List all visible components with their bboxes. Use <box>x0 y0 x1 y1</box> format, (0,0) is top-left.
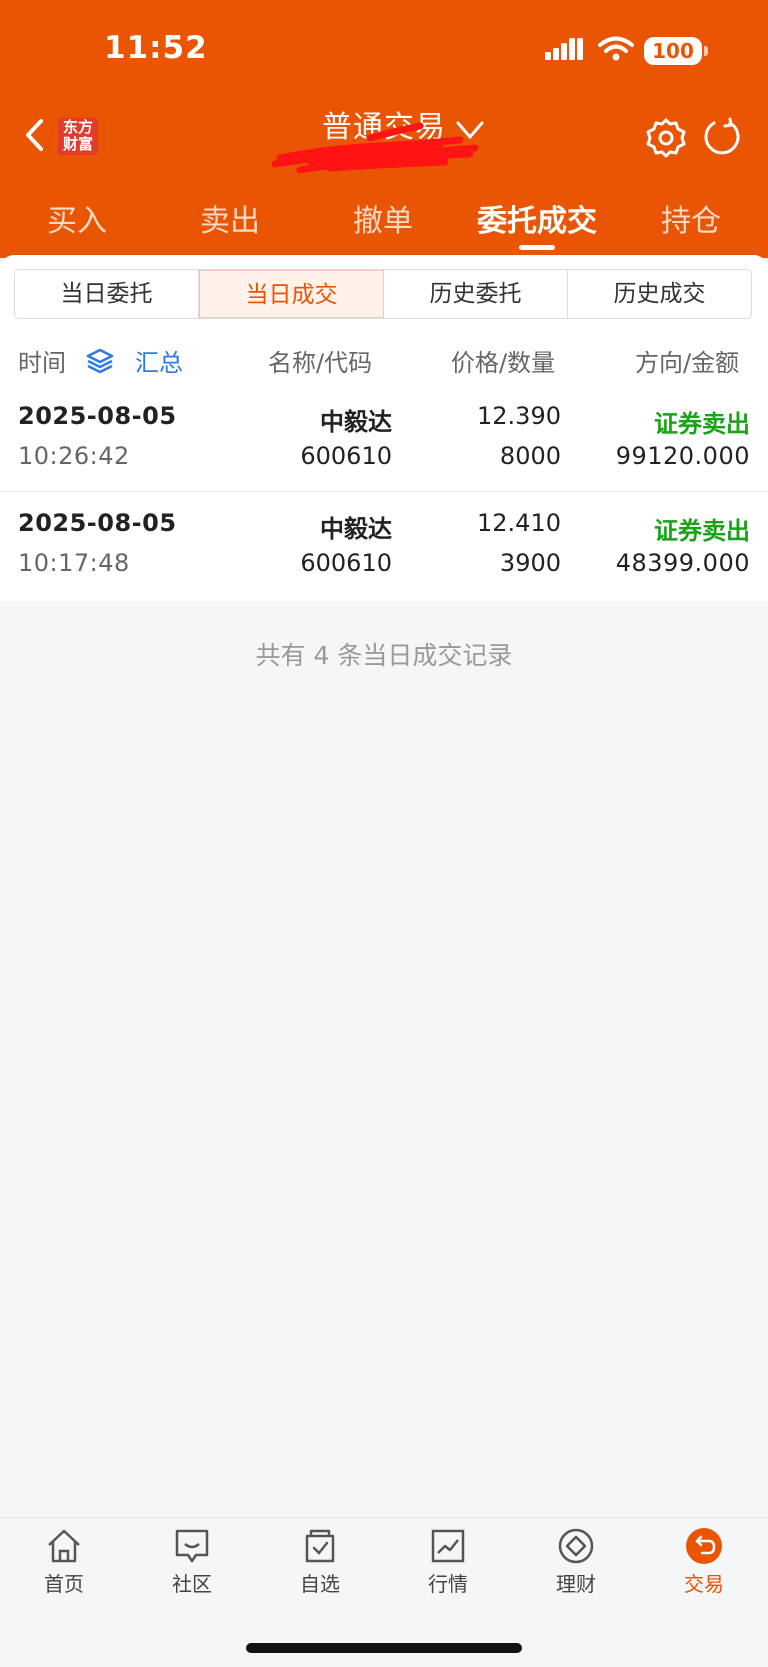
segment-history-deals[interactable]: 历史成交 <box>568 270 751 318</box>
stock-name: 中毅达 <box>320 515 392 543</box>
deal-amount: 48399.000 <box>615 549 750 577</box>
deal-time: 10:17:48 <box>18 549 130 577</box>
chat-bubble-icon <box>175 1529 209 1563</box>
refresh-icon[interactable] <box>702 117 742 157</box>
stock-code: 600610 <box>300 442 392 470</box>
deal-date: 2025-08-05 <box>18 509 177 537</box>
home-icon <box>48 1529 80 1563</box>
deal-price: 12.410 <box>477 509 561 537</box>
nav-home[interactable]: 首页 <box>0 1526 128 1597</box>
app-header: 11:52 100 东方 财富 普通交易 买入 卖出 撤单 委托成交 持仓 <box>0 0 768 258</box>
nav-label: 首页 <box>44 1572 84 1596</box>
brand-logo: 东方 财富 <box>58 118 98 155</box>
deal-quantity: 8000 <box>499 442 561 470</box>
column-direction-amount: 方向/金额 <box>635 349 740 377</box>
deal-direction: 证券卖出 <box>654 517 750 545</box>
trade-swap-icon <box>686 1528 722 1564</box>
nav-watchlist[interactable]: 自选 <box>256 1526 384 1597</box>
stock-code: 600610 <box>300 549 392 577</box>
nav-community[interactable]: 社区 <box>128 1526 256 1597</box>
gear-icon[interactable] <box>645 117 687 159</box>
chevron-down-icon[interactable] <box>455 120 485 140</box>
nav-label: 理财 <box>556 1572 596 1596</box>
home-indicator <box>246 1643 522 1653</box>
bag-check-icon <box>305 1529 335 1563</box>
column-name-code: 名称/代码 <box>268 349 373 377</box>
nav-label: 行情 <box>428 1572 468 1596</box>
segment-control: 当日委托 当日成交 历史委托 历史成交 <box>14 269 752 319</box>
record-count: 共有 4 条当日成交记录 <box>255 641 513 670</box>
stock-name: 中毅达 <box>320 408 392 436</box>
status-time: 11:52 <box>104 30 208 66</box>
deal-price: 12.390 <box>477 402 561 430</box>
column-time: 时间 <box>18 349 66 377</box>
active-tab-indicator <box>519 245 555 250</box>
battery-icon: 100 <box>644 37 708 65</box>
chart-icon <box>431 1529 465 1563</box>
trade-tabs: 买入 卖出 撤单 委托成交 持仓 <box>0 190 768 250</box>
redaction-scribble <box>271 122 479 174</box>
nav-label: 社区 <box>172 1572 212 1596</box>
tab-buy[interactable]: 买入 <box>12 196 142 240</box>
summary-link[interactable]: 汇总 <box>135 343 183 378</box>
table-row[interactable]: 2025-08-05 10:26:42 中毅达 600610 12.390 80… <box>0 388 768 494</box>
deal-amount: 99120.000 <box>615 442 750 470</box>
deal-direction: 证券卖出 <box>654 410 750 438</box>
nav-label: 自选 <box>300 1572 340 1596</box>
nav-label: 交易 <box>684 1572 724 1596</box>
segment-today-orders[interactable]: 当日委托 <box>15 270 199 318</box>
segment-history-orders[interactable]: 历史委托 <box>384 270 568 318</box>
deal-time: 10:26:42 <box>18 442 130 470</box>
tab-orders-deals[interactable]: 委托成交 <box>472 196 602 240</box>
tab-cancel[interactable]: 撤单 <box>318 196 448 240</box>
segment-today-deals[interactable]: 当日成交 <box>199 270 384 318</box>
table-row[interactable]: 2025-08-05 10:17:48 中毅达 600610 12.410 39… <box>0 495 768 601</box>
tab-sell[interactable]: 卖出 <box>165 196 295 240</box>
column-price-qty: 价格/数量 <box>451 349 556 377</box>
layers-icon[interactable] <box>86 347 114 375</box>
deal-quantity: 3900 <box>499 549 561 577</box>
back-chevron-icon[interactable] <box>22 117 46 153</box>
nav-wealth[interactable]: 理财 <box>512 1526 640 1597</box>
cellular-signal-icon <box>545 38 583 60</box>
deal-date: 2025-08-05 <box>18 402 177 430</box>
tab-positions[interactable]: 持仓 <box>626 196 756 240</box>
nav-market[interactable]: 行情 <box>384 1526 512 1597</box>
wifi-icon <box>598 36 634 61</box>
nav-trade[interactable]: 交易 <box>640 1526 768 1597</box>
wealth-diamond-icon <box>558 1528 594 1564</box>
row-divider <box>0 491 768 492</box>
